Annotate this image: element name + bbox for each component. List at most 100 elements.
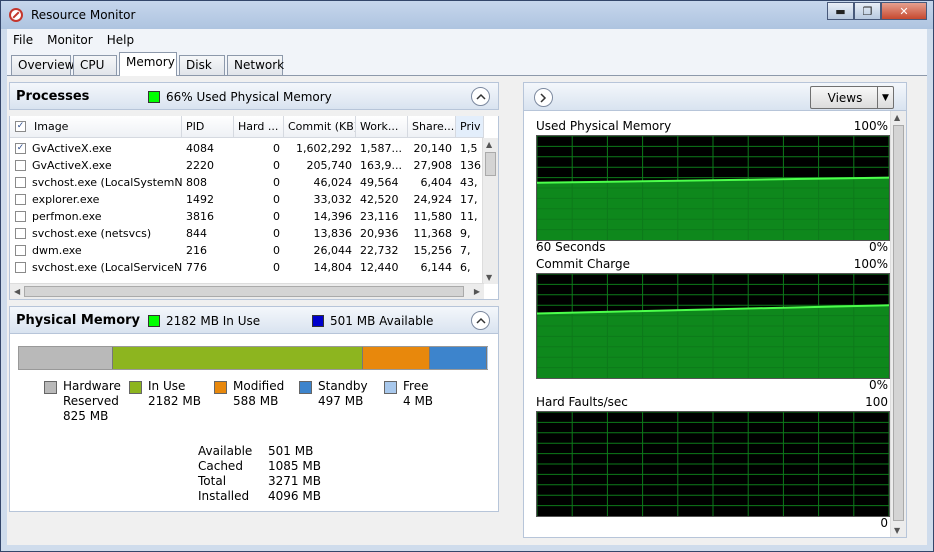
cell-pid: 2220 — [186, 159, 214, 172]
tab-bar: Overview CPU Memory Disk Network — [7, 51, 927, 76]
legend-free-label: Free — [403, 379, 429, 393]
scroll-up-arrow-icon[interactable]: ▲ — [894, 113, 900, 122]
table-row[interactable]: svchost.exe (LocalServiceN... 776 0 14,804 1… — [10, 259, 484, 276]
menu-file[interactable]: File — [13, 33, 33, 47]
processes-table: Image ✓ PID Hard ... Commit (KB) Work...… — [9, 116, 499, 300]
cell-work: 23,116 — [360, 210, 399, 223]
select-all-checkbox[interactable]: ✓ — [15, 121, 26, 132]
free-swatch — [384, 381, 397, 394]
column-pid[interactable]: PID — [182, 116, 234, 138]
scroll-right-arrow-icon[interactable]: ▶ — [474, 287, 480, 296]
table-row[interactable]: dwm.exe 216 0 26,044 22,732 15,256 7, — [10, 242, 484, 259]
cell-hard: 0 — [273, 159, 280, 172]
column-private[interactable]: Priv — [456, 116, 484, 138]
cell-commit: 26,044 — [313, 244, 353, 257]
column-image[interactable]: Image — [10, 116, 182, 138]
stat-cached-value: 1085 MB — [268, 459, 321, 473]
cell-pid: 808 — [186, 176, 207, 189]
memory-usage-bar — [18, 346, 488, 370]
tab-network[interactable]: Network — [227, 55, 284, 75]
standby-swatch — [299, 381, 312, 394]
cell-priv: 1,5 — [460, 142, 478, 155]
graphs-scroll-thumb[interactable] — [893, 125, 904, 521]
tab-disk[interactable]: Disk — [179, 55, 225, 75]
graphs-expand-button[interactable] — [534, 88, 553, 107]
scroll-thumb[interactable] — [485, 152, 496, 176]
cell-image: svchost.exe (LocalServiceN... — [32, 261, 182, 274]
cell-pid: 776 — [186, 261, 207, 274]
processes-horizontal-scrollbar[interactable]: ◀ ▶ — [10, 283, 484, 299]
row-checkbox[interactable] — [15, 262, 26, 273]
row-checkbox[interactable] — [15, 194, 26, 205]
cell-share: 15,256 — [413, 244, 453, 257]
processes-header[interactable]: Processes 66% Used Physical Memory — [9, 82, 499, 110]
graphs-scrollbar[interactable]: ▲ ▼ — [890, 111, 906, 537]
table-row[interactable]: svchost.exe (netsvcs) 844 0 13,836 20,936 11,… — [10, 225, 484, 242]
used-physical-memory-graph — [536, 135, 890, 241]
maximize-button[interactable]: ❐ — [854, 2, 881, 20]
cell-pid: 844 — [186, 227, 207, 240]
cell-image: perfmon.exe — [32, 210, 102, 223]
row-checkbox[interactable]: ✓ — [15, 143, 26, 154]
menu-monitor[interactable]: Monitor — [47, 33, 93, 47]
cell-work: 163,9... — [360, 159, 402, 172]
row-checkbox[interactable] — [15, 245, 26, 256]
cell-commit: 1,602,292 — [296, 142, 352, 155]
cell-hard: 0 — [273, 244, 280, 257]
processes-vertical-scrollbar[interactable]: ▲ ▼ — [482, 138, 498, 284]
used-physical-memory-min: 0% — [868, 240, 888, 254]
scroll-up-arrow-icon[interactable]: ▲ — [486, 140, 492, 149]
cell-priv: 43, — [460, 176, 478, 189]
legend-free-value: 4 MB — [403, 394, 434, 408]
table-row[interactable]: ✓ GvActiveX.exe 4084 0 1,602,292 1,587... 20,1… — [10, 140, 484, 157]
row-checkbox[interactable] — [15, 177, 26, 188]
physical-memory-title: Physical Memory — [16, 313, 141, 328]
horizontal-scroll-thumb[interactable] — [24, 286, 464, 297]
scroll-left-arrow-icon[interactable]: ◀ — [14, 287, 20, 296]
table-row[interactable]: GvActiveX.exe 2220 0 205,740 163,9... 27,908 1… — [10, 157, 484, 174]
tab-memory[interactable]: Memory — [119, 52, 177, 76]
views-dropdown-arrow-icon[interactable]: ▼ — [877, 87, 893, 108]
cell-share: 20,140 — [413, 142, 453, 155]
legend-standby-value: 497 MB — [318, 394, 364, 408]
cell-priv: 11, — [460, 210, 478, 223]
column-commit[interactable]: Commit (KB) — [284, 116, 356, 138]
chevron-up-icon — [475, 317, 486, 324]
cell-share: 24,924 — [413, 193, 453, 206]
cell-pid: 1492 — [186, 193, 214, 206]
legend-modified-label: Modified — [233, 379, 285, 393]
tab-cpu[interactable]: CPU — [73, 55, 117, 75]
table-row[interactable]: explorer.exe 1492 0 33,032 42,520 24,924 17, — [10, 191, 484, 208]
memory-bar-modified — [362, 347, 430, 369]
table-row[interactable]: svchost.exe (LocalSystemN... 808 0 46,024 49… — [10, 174, 484, 191]
used-memory-chip — [148, 91, 160, 103]
scroll-down-arrow-icon[interactable]: ▼ — [486, 273, 492, 282]
table-row[interactable]: perfmon.exe 3816 0 14,396 23,116 11,580 11, — [10, 208, 484, 225]
stat-cached-label: Cached — [198, 459, 243, 473]
scroll-down-arrow-icon[interactable]: ▼ — [894, 526, 900, 535]
graph-time-span: 60 Seconds — [536, 240, 606, 254]
cell-commit: 14,396 — [313, 210, 353, 223]
cell-image: GvActiveX.exe — [32, 142, 112, 155]
views-button[interactable]: Views ▼ — [810, 86, 894, 109]
processes-collapse-button[interactable] — [471, 87, 490, 106]
close-button[interactable]: ✕ — [881, 2, 927, 20]
hard-faults-max: 100 — [865, 395, 888, 409]
column-working-set[interactable]: Work... — [356, 116, 408, 138]
menu-help[interactable]: Help — [107, 33, 134, 47]
physical-memory-header[interactable]: Physical Memory 2182 MB In Use 501 MB Av… — [9, 306, 499, 334]
cell-share: 6,404 — [420, 176, 453, 189]
row-checkbox[interactable] — [15, 228, 26, 239]
stat-available-value: 501 MB — [268, 444, 314, 458]
in-use-swatch — [129, 381, 142, 394]
column-hard-faults[interactable]: Hard ... — [234, 116, 284, 138]
row-checkbox[interactable] — [15, 211, 26, 222]
row-checkbox[interactable] — [15, 160, 26, 171]
physical-memory-collapse-button[interactable] — [471, 311, 490, 330]
minimize-button[interactable]: ▬ — [827, 2, 854, 20]
column-shareable[interactable]: Share... — [408, 116, 456, 138]
processes-title: Processes — [16, 89, 90, 104]
cell-pid: 3816 — [186, 210, 214, 223]
tab-overview[interactable]: Overview — [11, 55, 75, 75]
resource-monitor-window: Resource Monitor ▬ ❐ ✕ File Monitor Help… — [0, 0, 934, 552]
